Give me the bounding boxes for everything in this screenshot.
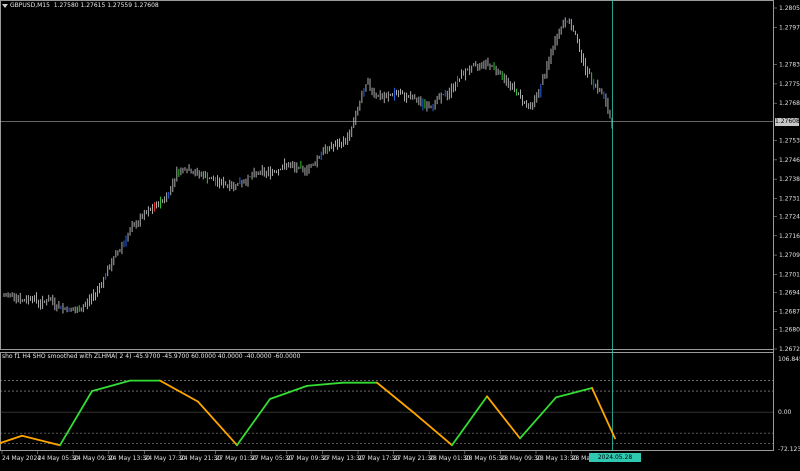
indicator-scale-label: -72.1231 bbox=[778, 446, 800, 453]
price-tick-label: 1.26725 bbox=[779, 346, 800, 353]
indicator-segment bbox=[451, 395, 488, 447]
price-tick-label: 1.27830 bbox=[779, 62, 800, 69]
indicator-segment bbox=[91, 379, 131, 393]
indicator-scale-label: 0.00 bbox=[778, 409, 792, 416]
indicator-scale: 106.8456 0.00 -72.1231 bbox=[778, 356, 800, 453]
indicator-frame bbox=[0, 352, 774, 451]
indicator-segment bbox=[412, 411, 453, 447]
symbol-header[interactable]: GBPUSD,M15 1.27580 1.27615 1.27559 1.276… bbox=[2, 2, 159, 9]
price-tick-label: 1.27165 bbox=[779, 233, 800, 240]
price-tick-label: 1.27680 bbox=[779, 100, 800, 107]
price-tick-label: 1.27015 bbox=[779, 271, 800, 278]
price-tick-label: 1.27310 bbox=[779, 195, 800, 202]
price-tick-label: 1.27535 bbox=[779, 138, 800, 145]
indicator-segment bbox=[376, 381, 414, 414]
price-tick-label: 1.26870 bbox=[779, 309, 800, 316]
main-chart-frame bbox=[0, 0, 774, 350]
dropdown-arrow-icon[interactable] bbox=[2, 3, 8, 8]
price-tick-label: 1.27755 bbox=[779, 81, 800, 88]
indicator-segment bbox=[306, 381, 344, 387]
price-tick-label: 1.27460 bbox=[779, 157, 800, 164]
time-tick-label: 24 May 2024 bbox=[2, 455, 41, 462]
indicator-segment bbox=[0, 434, 23, 445]
price-tick-label: 1.28050 bbox=[779, 5, 800, 12]
price-tick-label: 1.27975 bbox=[779, 24, 800, 31]
chart-canvas[interactable]: 1.28050 1.27975 1.27830 1.27755 1.27680 1.275… bbox=[0, 0, 800, 464]
price-tick-label: 1.27385 bbox=[779, 176, 800, 183]
cursor-time-badge: 2024.05.28 22:00 bbox=[589, 453, 641, 470]
indicator-segment bbox=[555, 387, 593, 399]
price-axis: 1.28050 1.27975 1.27830 1.27755 1.27680 1.275… bbox=[773, 5, 800, 353]
indicator-scale-label: 106.8456 bbox=[778, 356, 800, 363]
candlestick-series bbox=[3, 17, 613, 314]
indicator-segment bbox=[59, 390, 93, 447]
price-tick-label: 1.26945 bbox=[779, 289, 800, 296]
indicator-segment bbox=[519, 396, 557, 440]
current-price-badge: 1.27608 bbox=[775, 117, 800, 126]
indicator-series bbox=[0, 379, 616, 447]
price-tick-label: 1.26800 bbox=[779, 327, 800, 334]
price-tick-label: 1.27090 bbox=[779, 252, 800, 259]
price-tick-label: 1.27240 bbox=[779, 213, 800, 220]
ohlc-values: 1.27580 1.27615 1.27559 1.27608 bbox=[53, 2, 159, 9]
indicator-segment bbox=[591, 387, 616, 440]
indicator-segment bbox=[269, 384, 308, 400]
time-axis: 24 May 202424 May 05:3024 May 09:3024 Ma… bbox=[1, 451, 613, 462]
symbol-label: GBPUSD,M15 bbox=[10, 2, 50, 9]
indicator-segment bbox=[236, 398, 271, 447]
indicator-segment bbox=[486, 395, 521, 440]
indicator-title: sho f1 H4 SHO smoothed with ZLHMA( 2 4) … bbox=[2, 353, 301, 360]
indicator-segment bbox=[197, 400, 238, 447]
